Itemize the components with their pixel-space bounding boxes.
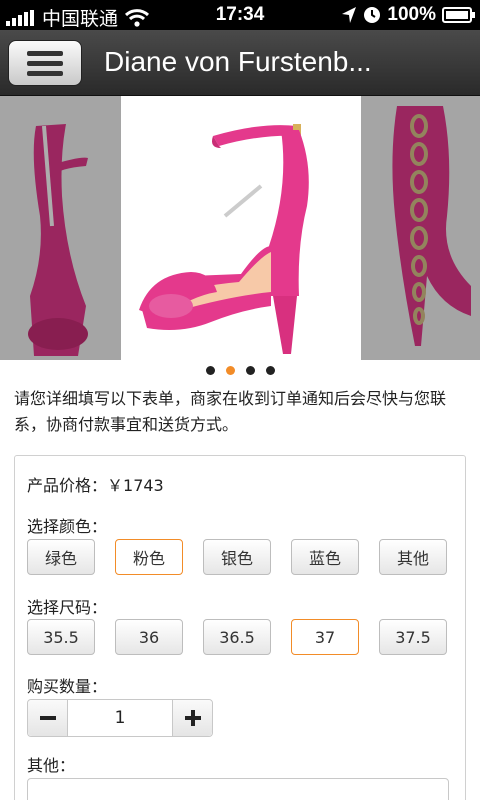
color-option-pink[interactable]: 粉色: [115, 539, 183, 575]
size-options: 35.5 36 36.5 37 37.5: [27, 619, 447, 655]
color-label: 选择颜色：: [27, 517, 108, 536]
menu-button[interactable]: [8, 40, 82, 86]
quantity-stepper: 1: [27, 699, 213, 737]
clock-icon: [364, 7, 381, 23]
quantity-label: 购买数量：: [27, 677, 108, 696]
battery-percent: 100%: [387, 4, 436, 25]
size-option-37[interactable]: 37: [291, 619, 359, 655]
color-options: 绿色 粉色 银色 蓝色 其他: [27, 539, 447, 575]
other-notes-input[interactable]: [27, 778, 449, 800]
size-label: 选择尺码：: [27, 598, 108, 617]
price-row: 产品价格：￥1743: [27, 472, 164, 496]
page-dot[interactable]: [265, 366, 275, 375]
battery-icon: [442, 7, 475, 23]
other-label: 其他：: [27, 756, 76, 775]
location-arrow-icon: [342, 7, 357, 23]
size-option-36[interactable]: 36: [115, 619, 183, 655]
page-dot[interactable]: [245, 366, 255, 375]
carousel-pagination: [0, 366, 480, 375]
hamburger-icon-line: [27, 70, 63, 76]
color-option-silver[interactable]: 银色: [203, 539, 271, 575]
size-option-35-5[interactable]: 35.5: [27, 619, 95, 655]
status-bar: 中国联通 17:34 100%: [0, 0, 480, 30]
size-option-36-5[interactable]: 36.5: [203, 619, 271, 655]
size-option-37-5[interactable]: 37.5: [379, 619, 447, 655]
page-dot[interactable]: [205, 366, 215, 375]
plus-icon: [184, 710, 201, 726]
price-value: ￥1743: [107, 476, 164, 495]
decrease-quantity-button[interactable]: [28, 700, 68, 736]
order-instructions: 请您详细填写以下表单，商家在收到订单通知后会尽快与您联系，协商付款事宜和送货方式…: [14, 389, 447, 434]
page-dot-active[interactable]: [225, 366, 235, 375]
product-image-carousel[interactable]: [0, 96, 480, 360]
color-option-blue[interactable]: 蓝色: [291, 539, 359, 575]
pink-sandal-image: [121, 96, 361, 360]
color-option-green[interactable]: 绿色: [27, 539, 95, 575]
color-option-other[interactable]: 其他: [379, 539, 447, 575]
carousel-image-next[interactable]: [361, 96, 480, 360]
carousel-image-current[interactable]: [121, 96, 361, 360]
page-title: Diane von Furstenb...: [104, 46, 372, 77]
navigation-bar: Diane von Furstenb...: [0, 30, 480, 96]
carousel-image-previous[interactable]: [0, 96, 121, 360]
quantity-input[interactable]: 1: [68, 708, 172, 728]
hamburger-icon: [27, 50, 63, 56]
minus-icon: [39, 716, 56, 720]
order-form: 产品价格：￥1743 选择颜色： 绿色 粉色 银色 蓝色 其他 选择尺码： 35…: [14, 455, 466, 800]
increase-quantity-button[interactable]: [172, 700, 212, 736]
hamburger-icon-line: [27, 60, 63, 66]
price-label: 产品价格：: [27, 476, 108, 495]
